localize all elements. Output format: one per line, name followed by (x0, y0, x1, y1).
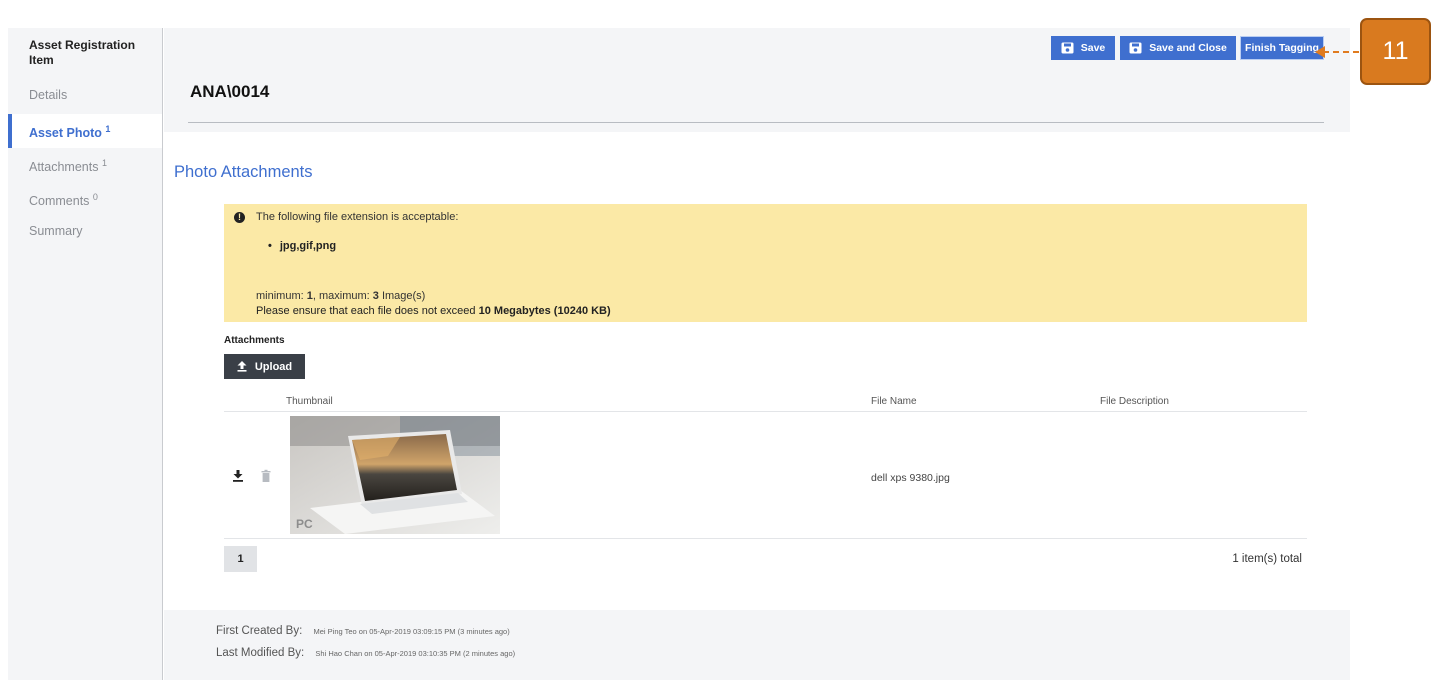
floppy-disk-icon (1061, 42, 1074, 54)
size-value: 10 Megabytes (10240 KB) (478, 305, 611, 317)
file-size-limit: Please ensure that each file does not ex… (256, 305, 611, 317)
callout-connector (1323, 51, 1359, 53)
last-modified-row: Last Modified By: Shi Hao Chan on 05-Apr… (216, 647, 515, 659)
first-created-value: Mei Ping Teo on 05-Apr-2019 03:09:15 PM … (313, 627, 510, 636)
column-header-file-description: File Description (1100, 396, 1169, 407)
sidebar-item-count: 0 (92, 192, 98, 202)
sidebar-item-label: Comments (29, 194, 90, 209)
trash-icon[interactable] (260, 469, 272, 483)
size-prefix: Please ensure that each file does not ex… (256, 305, 479, 317)
first-created-label: First Created By: (216, 625, 303, 637)
items-total: 1 item(s) total (1232, 553, 1302, 565)
file-name-cell: dell xps 9380.jpg (871, 472, 950, 484)
sidebar-item-asset-photo[interactable]: Asset Photo 1 (8, 114, 162, 148)
top-toolbar: Save Save and Close Finish Tagging (164, 28, 1350, 70)
header-divider (188, 122, 1324, 123)
thumbnail-image[interactable]: PC (290, 416, 500, 534)
audit-footer: First Created By: Mei Ping Teo on 05-Apr… (164, 610, 1350, 680)
allowed-extensions: jpg,gif,png (268, 240, 336, 252)
column-header-thumbnail: Thumbnail (286, 396, 333, 407)
sidebar: Asset Registration Item Details Asset Ph… (8, 28, 163, 680)
notice-text: The following file extension is acceptab… (256, 211, 459, 223)
unit-label: Image(s) (378, 290, 426, 302)
sidebar-item-count: 1 (105, 124, 111, 134)
column-header-file-name: File Name (871, 396, 917, 407)
sidebar-item-comments[interactable]: Comments 0 (8, 182, 162, 216)
sidebar-item-summary[interactable]: Summary (8, 216, 162, 250)
floppy-disk-icon (1129, 42, 1142, 54)
thumbnail-watermark: PC (296, 517, 313, 531)
last-modified-value: Shi Hao Chan on 05-Apr-2019 03:10:35 PM … (315, 649, 516, 658)
pagination-page-1[interactable]: 1 (224, 546, 257, 572)
sidebar-item-label: Asset Photo (29, 126, 102, 141)
exclamation-icon: ! (234, 212, 245, 223)
last-modified-label: Last Modified By: (216, 647, 305, 659)
page-title: ANA\0014 (190, 82, 270, 101)
record-header: ANA\0014 (164, 70, 1350, 132)
save-and-close-label: Save and Close (1149, 42, 1227, 54)
section-title: Photo Attachments (174, 163, 313, 181)
file-requirements-notice: ! The following file extension is accept… (224, 204, 1307, 322)
sidebar-item-label: Summary (29, 224, 83, 238)
first-created-row: First Created By: Mei Ping Teo on 05-Apr… (216, 625, 510, 637)
sidebar-title: Asset Registration Item (29, 38, 136, 67)
sidebar-nav: Details Asset Photo 1 Attachments 1 Comm… (8, 80, 162, 250)
sidebar-item-label: Attachments (29, 160, 99, 175)
table-header-divider (224, 411, 1307, 412)
sidebar-item-label: Details (29, 88, 68, 102)
save-button-label: Save (1080, 42, 1106, 54)
upload-button-label: Upload (254, 360, 293, 373)
image-count-limits: minimum: 1, maximum: 3 Image(s) (256, 290, 425, 302)
upload-button[interactable]: Upload (224, 354, 305, 379)
app-window: Asset Registration Item Details Asset Ph… (8, 28, 1350, 680)
attachments-label: Attachments (224, 335, 285, 346)
upload-icon (237, 361, 247, 372)
min-label: minimum: (256, 290, 307, 302)
max-label: , maximum: (312, 290, 373, 302)
finish-tagging-label: Finish Tagging (1245, 42, 1319, 54)
table-row-divider (224, 538, 1307, 539)
sidebar-item-count: 1 (101, 158, 107, 168)
callout-badge: 11 (1360, 18, 1431, 85)
sidebar-item-attachments[interactable]: Attachments 1 (8, 148, 162, 182)
finish-tagging-button[interactable]: Finish Tagging (1240, 36, 1324, 60)
save-button[interactable]: Save (1051, 36, 1115, 60)
download-icon[interactable] (232, 469, 244, 483)
sidebar-item-details[interactable]: Details (8, 80, 162, 114)
extensions-value: jpg,gif,png (279, 240, 337, 252)
save-and-close-button[interactable]: Save and Close (1120, 36, 1236, 60)
